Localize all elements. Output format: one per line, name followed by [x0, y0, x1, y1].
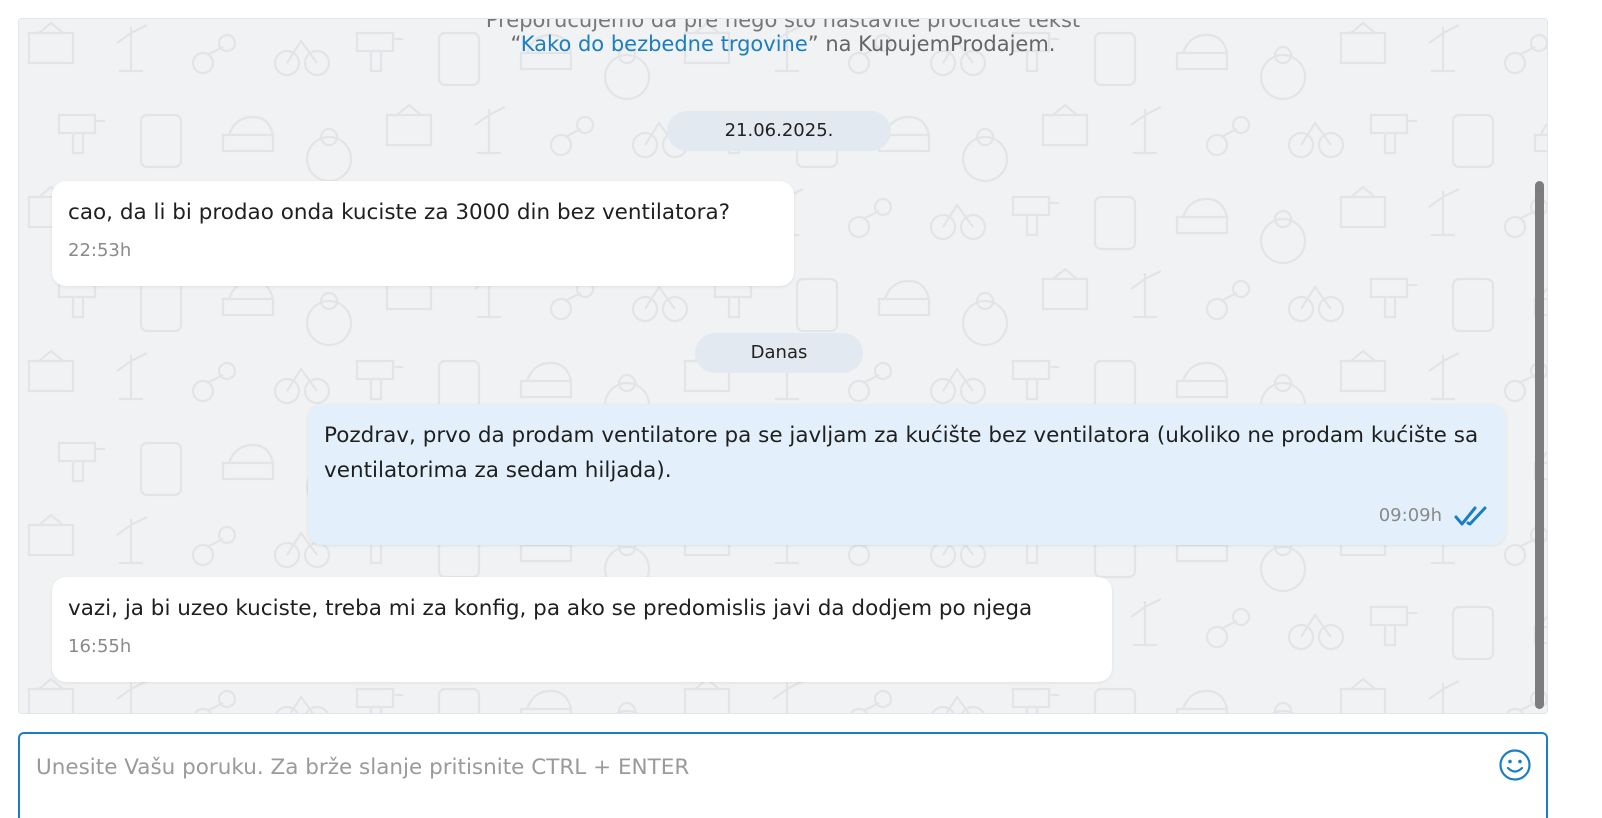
pattern-doodle	[1428, 680, 1460, 713]
pattern-doodle	[549, 279, 595, 321]
pattern-doodle	[631, 285, 689, 323]
pattern-doodle	[1041, 267, 1089, 311]
pattern-doodle	[1259, 209, 1307, 265]
pattern-doodle	[385, 103, 433, 147]
message-text: cao, da li bi prodao onda kuciste za 300…	[68, 200, 731, 225]
pattern-doodle	[772, 680, 804, 713]
pattern-doodle	[273, 367, 331, 405]
pattern-doodle	[305, 291, 353, 347]
pattern-doodle	[221, 279, 275, 317]
pattern-doodle	[1271, 701, 1295, 713]
pattern-doodle	[27, 677, 75, 713]
pattern-doodle	[116, 516, 148, 565]
notice-partial-line: Preporučujemo da pre nego što nastavite …	[485, 18, 1081, 32]
pattern-doodle	[57, 441, 105, 483]
pattern-doodle	[1369, 605, 1417, 647]
pattern-doodle	[1011, 687, 1059, 713]
pattern-doodle	[615, 701, 639, 713]
pattern-doodle	[1011, 195, 1059, 237]
pattern-doodle	[961, 291, 1009, 347]
chat-scrollbar[interactable]	[1535, 181, 1544, 709]
pattern-doodle	[961, 127, 1009, 183]
pattern-doodle	[1339, 349, 1387, 393]
pattern-doodle	[1428, 188, 1460, 237]
pattern-doodle	[1041, 103, 1089, 147]
pattern-doodle	[1093, 195, 1137, 251]
pattern-doodle	[549, 115, 595, 157]
pattern-doodle	[193, 689, 237, 713]
pattern-doodle	[519, 361, 573, 399]
pattern-doodle	[877, 279, 931, 317]
pattern-doodle	[139, 441, 183, 497]
smiley-icon[interactable]	[1498, 748, 1532, 782]
pattern-doodle	[1451, 277, 1495, 333]
pattern-doodle	[1287, 121, 1345, 159]
pattern-doodle	[931, 695, 985, 713]
pattern-doodle	[1287, 285, 1345, 323]
pattern-doodle	[929, 203, 987, 241]
pattern-doodle	[1205, 115, 1251, 157]
pattern-doodle	[221, 443, 275, 481]
message-time: 16:55h	[68, 636, 132, 657]
pattern-doodle	[1093, 687, 1137, 713]
pattern-doodle	[221, 115, 275, 153]
pattern-doodle	[1339, 677, 1387, 713]
pattern-doodle	[1130, 106, 1162, 155]
message-time: 22:53h	[68, 240, 132, 261]
pattern-doodle	[305, 127, 353, 183]
pattern-doodle	[1011, 359, 1059, 401]
message-time: 09:09h	[1378, 505, 1442, 526]
double-check-icon	[1454, 506, 1487, 526]
message-incoming: cao, da li bi prodao onda kuciste za 300…	[52, 181, 794, 286]
pattern-doodle	[795, 277, 839, 333]
message-text: vazi, ja bi uzeo kuciste, treba mi za ko…	[68, 596, 1033, 621]
pattern-doodle	[1287, 613, 1345, 651]
pattern-doodle	[929, 367, 987, 405]
pattern-doodle	[116, 680, 148, 713]
pattern-doodle	[1533, 122, 1547, 153]
message-outgoing: Pozdrav, prvo da prodam ventilatore pa s…	[308, 404, 1506, 545]
pattern-doodle	[683, 677, 731, 713]
pattern-doodle	[191, 525, 237, 567]
pattern-doodle	[1369, 113, 1417, 155]
pattern-doodle	[1175, 197, 1229, 235]
pattern-doodle	[1259, 537, 1307, 593]
pattern-doodle	[437, 687, 481, 713]
pattern-doodle	[191, 361, 237, 403]
pattern-doodle	[1369, 277, 1417, 319]
pattern-doodle	[1130, 598, 1162, 647]
pattern-doodle	[849, 689, 893, 713]
pattern-doodle	[355, 687, 403, 713]
pattern-doodle	[1451, 605, 1495, 661]
pattern-doodle	[474, 106, 506, 155]
pattern-doodle	[139, 277, 183, 333]
pattern-doodle	[1175, 361, 1229, 399]
pattern-doodle	[1205, 279, 1251, 321]
message-input[interactable]	[34, 744, 1478, 790]
date-separator: 21.06.2025.	[667, 111, 891, 151]
pattern-doodle	[27, 513, 75, 557]
pattern-doodle	[519, 689, 573, 713]
pattern-doodle	[1205, 607, 1251, 649]
pattern-doodle	[27, 349, 75, 393]
message-composer	[18, 732, 1548, 818]
pattern-doodle	[847, 197, 893, 239]
pattern-doodle	[1428, 352, 1460, 401]
message-text: Pozdrav, prvo da prodam ventilatore pa s…	[324, 423, 1479, 483]
pattern-doodle	[1451, 113, 1495, 169]
pattern-doodle	[1175, 689, 1229, 713]
pattern-doodle	[1339, 185, 1387, 229]
pattern-doodle	[139, 113, 183, 169]
message-incoming: vazi, ja bi uzeo kuciste, treba mi za ko…	[52, 577, 1112, 682]
pattern-doodle	[355, 359, 403, 401]
message-meta: 09:09h	[1379, 501, 1490, 531]
date-separator-today: Danas	[695, 333, 863, 373]
chat-panel: Preporučujemo da pre nego što nastavite …	[18, 18, 1548, 714]
pattern-doodle	[57, 113, 105, 155]
pattern-doodle	[275, 695, 329, 713]
pattern-doodle	[1130, 270, 1162, 319]
pattern-doodle	[116, 352, 148, 401]
safety-notice: Preporučujemo da pre nego što nastavite …	[19, 19, 1547, 61]
